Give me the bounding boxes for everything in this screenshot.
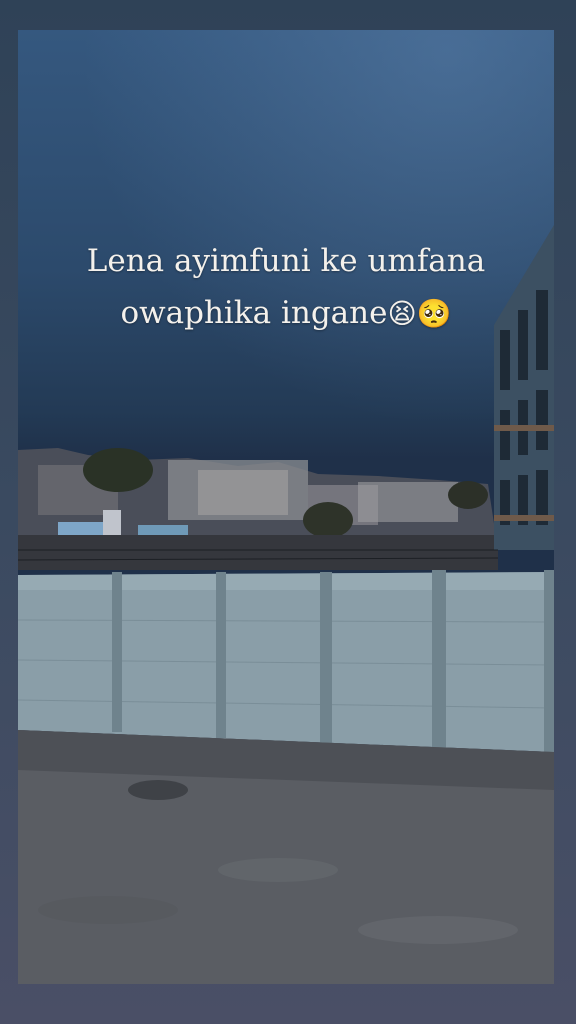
story-caption: Lena ayimfuni ke umfana owaphika ingane😫…	[18, 235, 554, 340]
story-photo: Lena ayimfuni ke umfana owaphika ingane😫…	[18, 30, 554, 984]
caption-line-1: Lena ayimfuni ke umfana	[86, 243, 486, 279]
pleading-face-emoji-icon: 🥺	[416, 297, 452, 330]
distant-buildings	[18, 448, 498, 570]
concrete-wall	[18, 570, 554, 756]
grass-field	[18, 730, 554, 984]
caption-line-2: owaphika ingane😫🥺	[18, 287, 554, 340]
tired-face-emoji-icon: 😫	[387, 297, 417, 330]
scene-illustration	[18, 225, 554, 984]
caption-line-2-text: owaphika ingane	[120, 295, 388, 331]
